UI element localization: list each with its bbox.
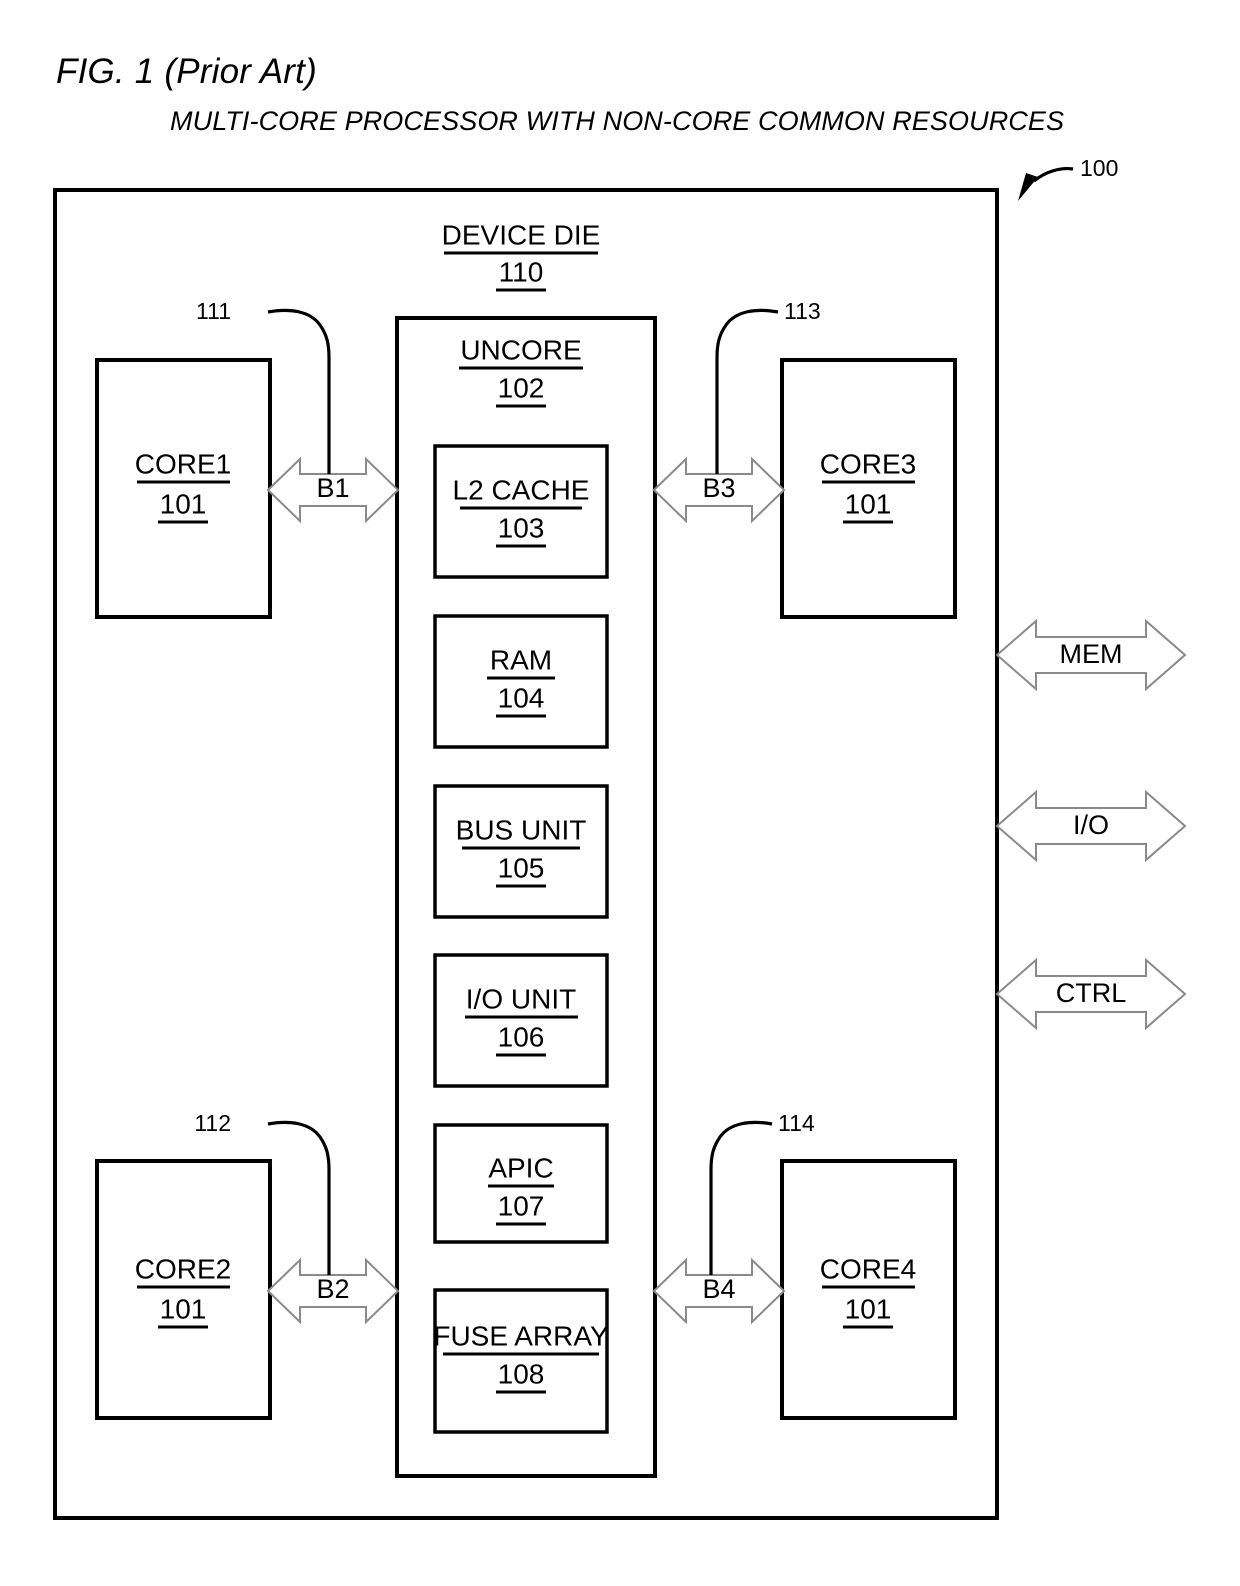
core2-box (95, 1159, 272, 1420)
device-die-title: DEVICE DIE (442, 219, 601, 250)
figure-root: FIG. 1 (Prior Art) MULTI-CORE PROCESSOR … (0, 0, 1240, 1586)
apic-ref: 107 (498, 1190, 545, 1221)
ram-ref: 104 (498, 682, 545, 713)
mem-label: MEM (1060, 639, 1123, 669)
device-die-ref: 110 (499, 256, 544, 287)
bus-b4-label: B4 (702, 1274, 735, 1304)
overall-reference-arrowhead (1018, 173, 1038, 201)
uncore-block-l2-cache: L2 CACHE 103 (433, 444, 609, 579)
fuse-array-title: FUSE ARRAY (433, 1320, 609, 1351)
io-label: I/O (1073, 810, 1109, 840)
bus-b1-label: B1 (316, 473, 349, 503)
ctrl-label: CTRL (1056, 978, 1127, 1008)
bus-b3-label: B3 (702, 473, 735, 503)
core4-block: CORE4 101 (780, 1159, 957, 1420)
bus-b1-ref-label: 111 (196, 298, 231, 324)
apic-title: APIC (488, 1152, 553, 1183)
core4-ref: 101 (845, 1293, 892, 1324)
core1-block: CORE1 101 (95, 358, 272, 619)
patent-diagram: 100 DEVICE DIE 110 UNCORE 102 L2 CACHE 1… (53, 155, 1187, 1520)
core4-title: CORE4 (820, 1253, 916, 1284)
overall-reference-callout: 100 (1018, 155, 1118, 201)
uncore-block-bus-unit: BUS UNIT 105 (433, 784, 609, 919)
ram-title: RAM (490, 644, 552, 675)
overall-reference-leader (1032, 166, 1074, 183)
bus-b3-ref-label: 113 (784, 298, 821, 324)
fuse-array-ref: 108 (498, 1358, 545, 1389)
core4-box (780, 1159, 957, 1420)
l2-cache-title: L2 CACHE (453, 474, 590, 505)
core1-title: CORE1 (135, 448, 231, 479)
uncore-title: UNCORE (460, 334, 581, 365)
bus-b4-ref-label: 114 (778, 1110, 815, 1136)
uncore-block-ram: RAM 104 (433, 614, 609, 749)
core3-block: CORE3 101 (780, 358, 957, 619)
external-interface-ctrl: CTRL (995, 957, 1187, 1031)
uncore-ref: 102 (498, 372, 545, 403)
overall-reference-label: 100 (1080, 155, 1118, 181)
uncore-block-apic: APIC 107 (433, 1123, 609, 1244)
core3-title: CORE3 (820, 448, 916, 479)
io-unit-ref: 106 (498, 1021, 545, 1052)
core2-title: CORE2 (135, 1253, 231, 1284)
l2-cache-ref: 103 (498, 512, 545, 543)
bus-b2-ref-label: 112 (194, 1110, 231, 1136)
core2-ref: 101 (160, 1293, 207, 1324)
bus-unit-ref: 105 (498, 852, 545, 883)
external-interface-mem: MEM (995, 618, 1187, 692)
core2-block: CORE2 101 (95, 1159, 272, 1420)
bus-b2-label: B2 (316, 1274, 349, 1304)
uncore-block-io-unit: I/O UNIT 106 (433, 953, 609, 1088)
io-unit-title: I/O UNIT (466, 983, 576, 1014)
uncore-block-fuse-array: FUSE ARRAY 108 (433, 1288, 609, 1434)
external-interface-io: I/O (995, 789, 1187, 863)
core3-ref: 101 (845, 488, 892, 519)
bus-unit-title: BUS UNIT (456, 814, 587, 845)
core1-ref: 101 (160, 488, 207, 519)
